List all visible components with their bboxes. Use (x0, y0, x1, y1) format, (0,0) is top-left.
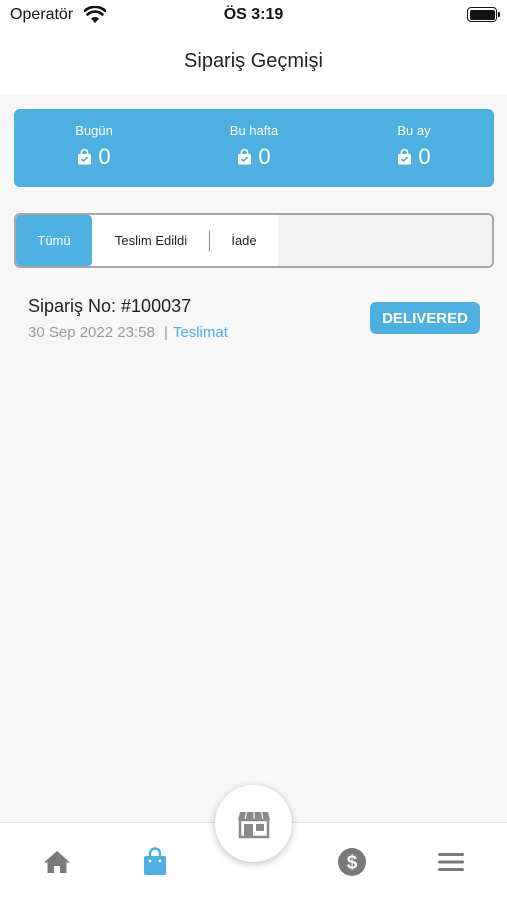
order-stats-card: Bugün 0 Bu hafta 0 Bu ay 0 (14, 109, 494, 187)
stat-today: Bugün 0 (14, 109, 174, 187)
stat-label: Bu ay (397, 123, 431, 138)
shopping-bag-icon (144, 847, 166, 875)
tab-all[interactable]: Tümü (16, 215, 92, 266)
order-date: 30 Sep 2022 (28, 324, 114, 341)
store-button[interactable] (215, 785, 292, 862)
stat-value: 0 (98, 144, 111, 169)
stat-label: Bugün (75, 123, 113, 138)
order-filter-tabs: Tümü Teslim Edildi İade (14, 213, 494, 268)
order-time: 23:58 (117, 324, 155, 341)
nav-orders[interactable] (140, 847, 170, 877)
status-bar: Operatör ÖS 3:19 (0, 0, 507, 32)
stat-label: Bu hafta (229, 123, 279, 138)
order-meta: 30 Sep 2022 23:58 | Teslimat (28, 324, 228, 341)
nav-earnings[interactable]: $ (337, 847, 367, 877)
tab-delivered[interactable]: Teslim Edildi (96, 215, 206, 266)
stat-this-month: Bu ay 0 (334, 109, 494, 187)
nav-menu[interactable] (436, 847, 466, 877)
stat-value: 0 (258, 144, 271, 169)
bag-icon (398, 149, 412, 165)
bag-icon (238, 149, 252, 165)
order-type: Teslimat (172, 324, 228, 341)
svg-text:$: $ (347, 853, 358, 874)
dollar-icon: $ (338, 848, 366, 876)
home-icon (44, 851, 70, 873)
tab-strip-empty-area (278, 215, 492, 266)
order-number: Sipariş No: #100037 (28, 296, 192, 316)
store-icon (237, 811, 270, 838)
order-list-item[interactable]: Sipariş No: #100037 30 Sep 2022 23:58 | T… (14, 290, 494, 350)
meta-separator: | (163, 324, 168, 341)
stat-this-week: Bu hafta 0 (174, 109, 334, 187)
navigation-bar: Sipariş Geçmişi (0, 32, 507, 94)
page-title: Sipariş Geçmişi (184, 50, 323, 72)
clock: ÖS 3:19 (223, 6, 284, 23)
tab-return[interactable]: İade (212, 215, 276, 266)
battery-icon (467, 7, 500, 22)
nav-home[interactable] (42, 847, 72, 877)
status-badge: DELIVERED (370, 302, 480, 334)
tab-divider (209, 231, 210, 251)
menu-icon (438, 853, 464, 871)
bag-icon (78, 149, 92, 165)
stat-value: 0 (418, 144, 431, 169)
